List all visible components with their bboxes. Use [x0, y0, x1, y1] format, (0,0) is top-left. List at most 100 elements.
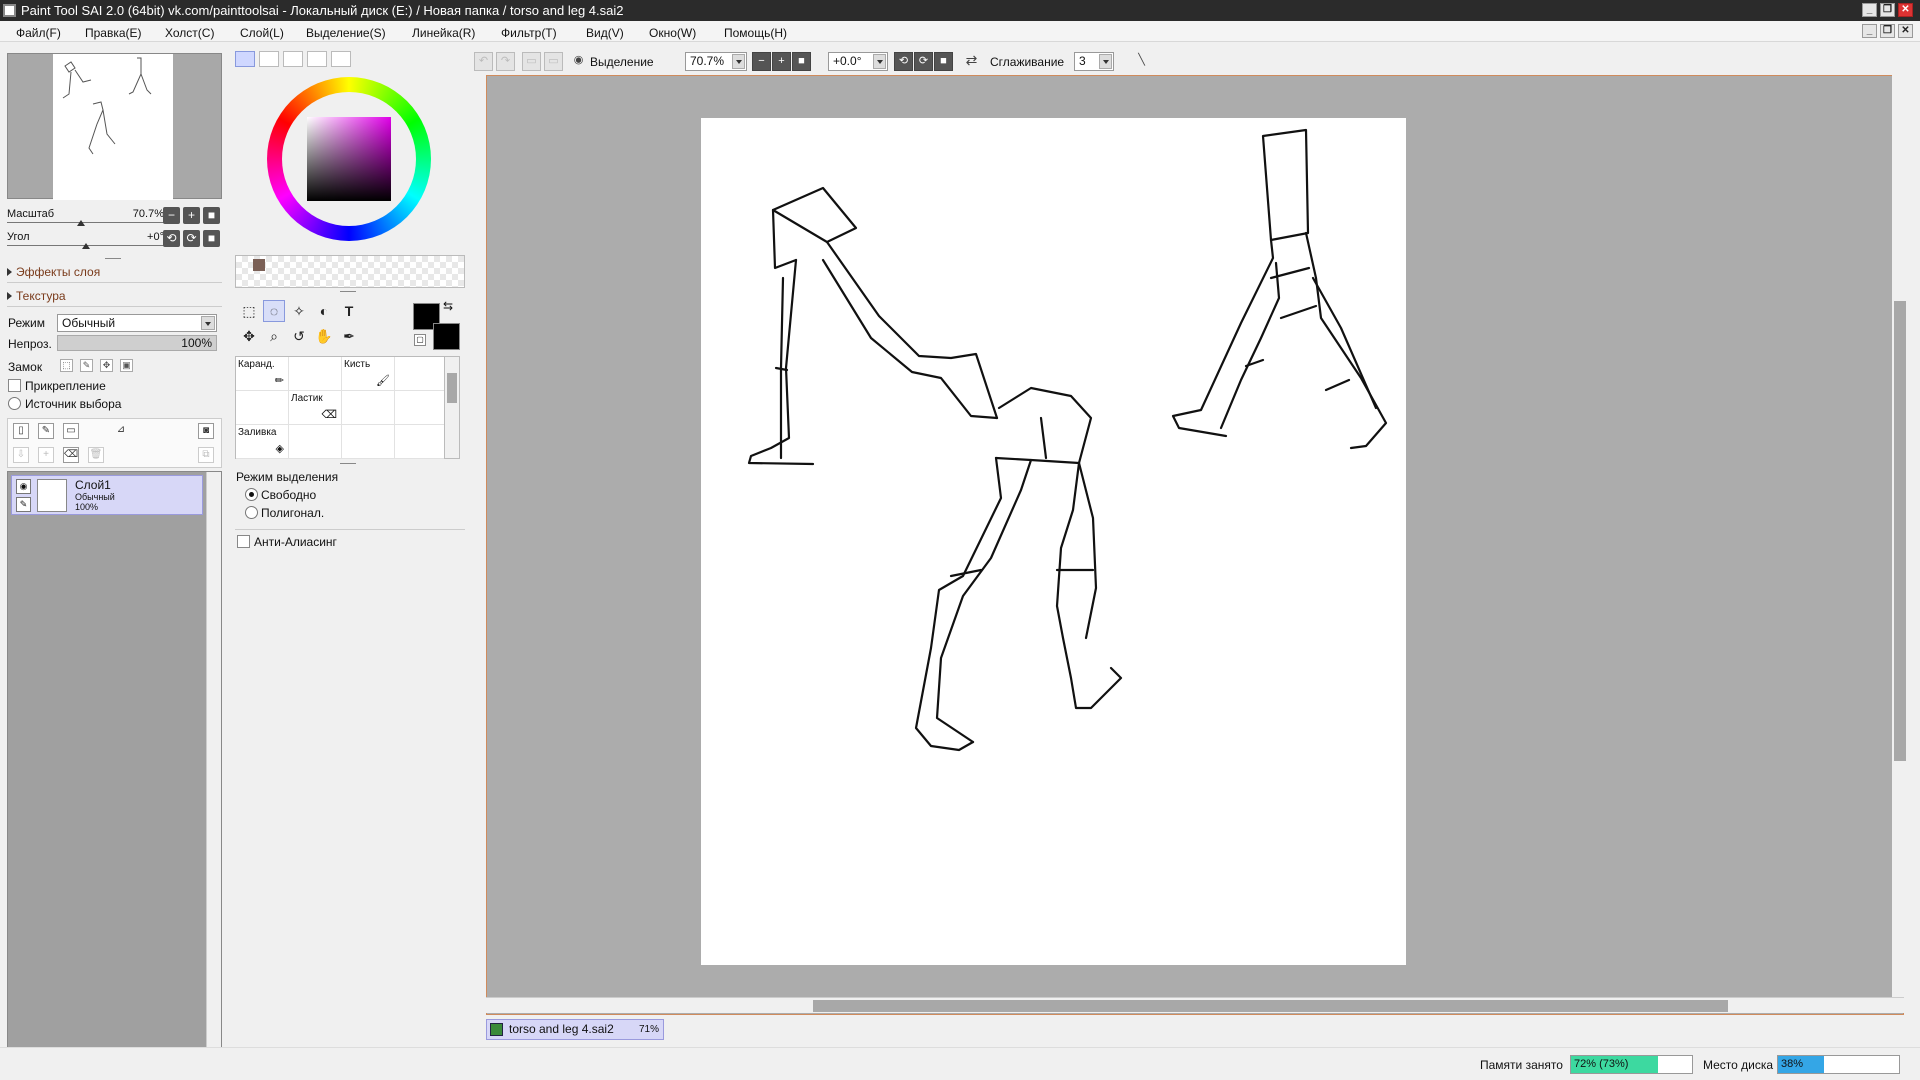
canvas-angle-select[interactable]: +0.0° — [828, 52, 888, 71]
panel-splitter[interactable] — [105, 258, 121, 259]
zoom-out-button[interactable]: − — [752, 52, 771, 71]
mixer-tab-icon[interactable] — [307, 51, 327, 67]
document-tab[interactable]: torso and leg 4.sai2 71% — [486, 1019, 664, 1040]
opacity-slider[interactable]: 100% — [57, 335, 217, 351]
zoom-out-button[interactable]: − — [163, 207, 180, 224]
invert-selection-icon[interactable]: ▭ — [544, 52, 563, 71]
text-tool-icon[interactable]: T — [338, 300, 360, 322]
stroke-straight-icon[interactable]: ╲ — [1132, 52, 1151, 71]
menu-edit[interactable]: Правка(E) — [85, 26, 142, 40]
navigator-preview[interactable] — [7, 53, 222, 200]
lock-paint-icon[interactable]: ✎ — [80, 359, 93, 372]
menu-canvas[interactable]: Холст(C) — [165, 26, 214, 40]
swatch-strip[interactable] — [235, 255, 465, 288]
menu-window[interactable]: Окно(W) — [649, 26, 696, 40]
selection-eye-icon[interactable]: ◉ — [569, 52, 588, 71]
swap-colors-icon[interactable]: ⇆ — [443, 299, 453, 313]
lock-move-icon[interactable]: ✥ — [100, 359, 113, 372]
deselect-icon[interactable]: ▭ — [522, 52, 541, 71]
clear-layer-icon[interactable]: ⌫ — [63, 447, 79, 463]
scroll-thumb[interactable] — [447, 373, 457, 403]
new-layer-icon[interactable]: ▯ — [13, 423, 29, 439]
texture-toggle[interactable]: Текстура — [7, 289, 66, 303]
flip-horizontal-icon[interactable]: ⇄ — [962, 52, 981, 71]
menu-filter[interactable]: Фильтр(T) — [501, 26, 557, 40]
layer-list-scrollbar[interactable] — [206, 472, 221, 1055]
close-icon[interactable]: ✕ — [1898, 3, 1913, 17]
layer-edit-icon[interactable]: ✎ — [16, 497, 31, 512]
blend-mode-select[interactable]: Обычный — [57, 314, 217, 332]
smoothing-select[interactable]: 3 — [1074, 52, 1114, 71]
canvas-zoom-select[interactable]: 70.7% — [685, 52, 747, 71]
canvas-horizontal-scrollbar[interactable] — [486, 997, 1904, 1013]
canvas-viewport[interactable] — [486, 75, 1904, 1015]
zoom-reset-button[interactable]: ■ — [203, 207, 220, 224]
zoom-thumb[interactable] — [77, 220, 85, 226]
zoom-in-button[interactable]: + — [772, 52, 791, 71]
magic-wand-icon[interactable]: ✧ — [288, 300, 310, 322]
hue-ring[interactable] — [267, 77, 431, 241]
rotate-reset-button[interactable]: ■ — [934, 52, 953, 71]
brush-empty[interactable] — [395, 391, 448, 425]
brush-empty[interactable] — [236, 391, 289, 425]
rotate-icon[interactable]: ↺ — [288, 325, 310, 347]
color-wheel-tab-icon[interactable] — [235, 51, 255, 67]
background-color[interactable] — [433, 323, 460, 350]
layer-item[interactable]: ◉ ✎ Слой1 Обычный 100% — [11, 475, 203, 515]
panel-splitter[interactable] — [340, 291, 356, 292]
rotate-left-button[interactable]: ⟲ — [894, 52, 913, 71]
minimize-icon[interactable]: _ — [1862, 3, 1877, 17]
copy-layer-icon[interactable]: ⇩ — [13, 447, 29, 463]
duplicate-layer-icon[interactable]: ⧉ — [198, 447, 214, 463]
clipping-checkbox[interactable] — [8, 379, 21, 392]
zoom-icon[interactable]: ⌕ — [263, 325, 285, 347]
redo-icon[interactable]: ↷ — [496, 52, 515, 71]
brush-brush[interactable]: Кисть 🖌 — [342, 357, 395, 391]
rotate-right-button[interactable]: ⟳ — [183, 230, 200, 247]
doc-close-icon[interactable]: ✕ — [1898, 24, 1913, 38]
zoom-reset-button[interactable]: ■ — [792, 52, 811, 71]
menu-ruler[interactable]: Линейка(R) — [412, 26, 475, 40]
brush-empty[interactable] — [342, 425, 395, 459]
mode-free-radio[interactable] — [245, 488, 258, 501]
move-icon[interactable]: ✥ — [238, 325, 260, 347]
rotate-right-button[interactable]: ⟳ — [914, 52, 933, 71]
menu-view[interactable]: Вид(V) — [586, 26, 624, 40]
lock-all-icon[interactable]: ▣ — [120, 359, 133, 372]
brush-empty[interactable] — [342, 391, 395, 425]
menu-help[interactable]: Помощь(H) — [724, 26, 787, 40]
lock-transparency-icon[interactable]: ⬚ — [60, 359, 73, 372]
brush-empty[interactable] — [289, 357, 342, 391]
doc-restore-icon[interactable]: ❐ — [1880, 24, 1895, 38]
brush-eraser[interactable]: Ластик ⌫ — [289, 391, 342, 425]
selection-source-radio[interactable] — [8, 397, 21, 410]
hsv-slider-tab-icon[interactable] — [283, 51, 303, 67]
restore-icon[interactable]: ❐ — [1880, 3, 1895, 17]
new-folder-icon[interactable]: ▭ — [63, 423, 79, 439]
brush-empty[interactable] — [395, 357, 448, 391]
rgb-slider-tab-icon[interactable] — [259, 51, 279, 67]
canvas-vscroll-thumb[interactable] — [1894, 301, 1906, 761]
shape-icon[interactable]: ◐ — [313, 300, 335, 322]
transparent-color-icon[interactable]: ▢ — [414, 334, 426, 346]
canvas-vertical-scrollbar[interactable] — [1892, 75, 1908, 997]
lasso-icon[interactable]: ◌ — [263, 300, 285, 322]
eyedropper-icon[interactable]: ✒ — [338, 325, 360, 347]
rotate-reset-button[interactable]: ■ — [203, 230, 220, 247]
layer-effects-toggle[interactable]: Эффекты слоя — [7, 265, 100, 279]
antialias-checkbox[interactable] — [237, 535, 250, 548]
panel-splitter[interactable] — [340, 463, 356, 464]
hand-icon[interactable]: ✋ — [313, 325, 335, 347]
undo-icon[interactable]: ↶ — [474, 52, 493, 71]
canvas-paper[interactable] — [701, 118, 1406, 965]
merge-layer-icon[interactable]: + — [38, 447, 54, 463]
new-vector-layer-icon[interactable]: ✎ — [38, 423, 54, 439]
brush-empty[interactable] — [395, 425, 448, 459]
swatch-color[interactable] — [253, 259, 265, 271]
doc-minimize-icon[interactable]: _ — [1862, 24, 1877, 38]
swatches-tab-icon[interactable] — [331, 51, 351, 67]
rotate-left-button[interactable]: ⟲ — [163, 230, 180, 247]
layer-mask-icon[interactable]: ◙ — [198, 423, 214, 439]
visibility-eye-icon[interactable]: ◉ — [16, 479, 31, 494]
zoom-in-button[interactable]: + — [183, 207, 200, 224]
